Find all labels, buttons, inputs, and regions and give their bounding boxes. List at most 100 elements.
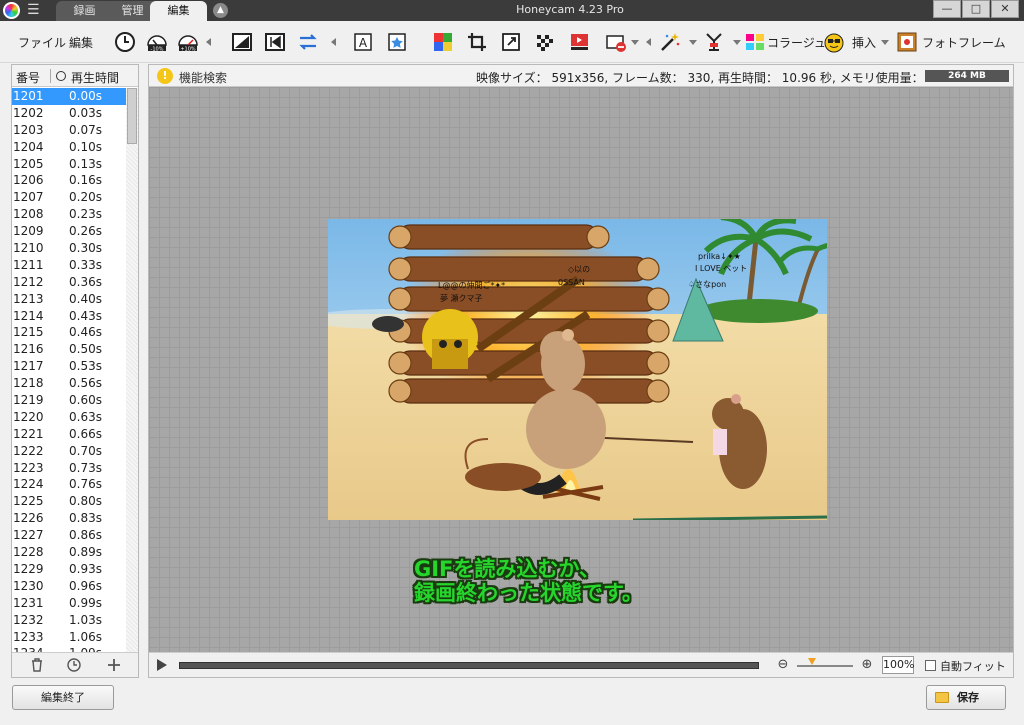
- tab-edit[interactable]: 編集: [150, 1, 207, 21]
- scrollbar-thumb[interactable]: [127, 88, 137, 144]
- magic-wand-icon[interactable]: [659, 31, 681, 53]
- collapse-up-icon[interactable]: ▲: [213, 3, 228, 18]
- frame-list[interactable]: 1201 0.00s 1202 0.03s 1203 0.07s 1204 0.10s 1205…: [12, 88, 126, 652]
- sticker-icon[interactable]: [386, 31, 408, 53]
- frame-delay-icon[interactable]: [66, 657, 82, 673]
- play-button[interactable]: [157, 659, 167, 671]
- text-icon[interactable]: A: [353, 31, 375, 53]
- more-left-3-icon[interactable]: [646, 38, 651, 46]
- wand-dropdown-icon[interactable]: [689, 40, 697, 45]
- frame-row[interactable]: 1216 0.50s: [12, 341, 126, 358]
- tools-dropdown-icon[interactable]: [733, 40, 741, 45]
- collage-icon[interactable]: [744, 31, 766, 53]
- zoom-slider-handle[interactable]: [808, 658, 816, 665]
- resize-icon[interactable]: [500, 31, 522, 53]
- reverse-icon[interactable]: [297, 31, 319, 53]
- frame-row[interactable]: 1209 0.26s: [12, 223, 126, 240]
- frame-row[interactable]: 1203 0.07s: [12, 122, 126, 139]
- frame-row[interactable]: 1201 0.00s: [12, 88, 126, 105]
- collage-label[interactable]: コラージュ: [767, 34, 826, 51]
- mosaic-icon[interactable]: [534, 31, 556, 53]
- save-button[interactable]: 保存: [926, 685, 1006, 710]
- frame-row[interactable]: 1229 0.93s: [12, 561, 126, 578]
- gif-preview-image[interactable]: L@@の仲間ご*✦* 夢 瀬クマ子 ◇以の 0SSAN prilka↓✦★ I …: [328, 219, 827, 520]
- frame-row[interactable]: 1214 0.43s: [12, 308, 126, 325]
- insert-dropdown-icon[interactable]: [881, 40, 889, 45]
- photo-frame-label[interactable]: フォトフレーム: [922, 34, 1006, 51]
- honeycam-logo-icon[interactable]: [3, 2, 20, 19]
- file-menu[interactable]: ファイル: [18, 34, 66, 51]
- maximize-button[interactable]: □: [962, 0, 990, 18]
- frame-row[interactable]: 1226 0.83s: [12, 510, 126, 527]
- color-filter-icon[interactable]: [432, 31, 454, 53]
- fade-icon[interactable]: [231, 31, 253, 53]
- frame-row[interactable]: 1231 0.99s: [12, 595, 126, 612]
- frame-time: 1.03s: [69, 612, 102, 627]
- timeline-track[interactable]: [179, 662, 759, 669]
- speed-up-icon[interactable]: +10%: [177, 31, 199, 53]
- video-effect-icon[interactable]: [569, 31, 591, 53]
- photo-frame-icon[interactable]: [896, 31, 918, 53]
- frame-row[interactable]: 1212 0.36s: [12, 274, 126, 291]
- skip-frame-icon[interactable]: [264, 31, 286, 53]
- zoom-slider[interactable]: [797, 665, 853, 667]
- frame-row[interactable]: 1213 0.40s: [12, 291, 126, 308]
- frame-row[interactable]: 1224 0.76s: [12, 476, 126, 493]
- clock-icon[interactable]: [114, 31, 136, 53]
- frame-row[interactable]: 1222 0.70s: [12, 443, 126, 460]
- insert-label[interactable]: 挿入: [852, 34, 876, 51]
- minimize-button[interactable]: —: [933, 0, 961, 18]
- crop-icon[interactable]: [466, 31, 488, 53]
- frame-row[interactable]: 1223 0.73s: [12, 460, 126, 477]
- frame-row[interactable]: 1205 0.13s: [12, 156, 126, 173]
- edit-menu[interactable]: 編集: [69, 34, 93, 51]
- frame-row[interactable]: 1208 0.23s: [12, 206, 126, 223]
- frame-row[interactable]: 1227 0.86s: [12, 527, 126, 544]
- frame-row[interactable]: 1228 0.89s: [12, 544, 126, 561]
- remove-frames-icon[interactable]: [605, 31, 627, 53]
- frame-row[interactable]: 1220 0.63s: [12, 409, 126, 426]
- tools-icon[interactable]: [703, 31, 725, 53]
- frame-row[interactable]: 1225 0.80s: [12, 493, 126, 510]
- frame-row[interactable]: 1230 0.96s: [12, 578, 126, 595]
- speed-down-icon[interactable]: -10%: [146, 31, 168, 53]
- add-frame-icon[interactable]: [106, 657, 122, 673]
- frame-row[interactable]: 1219 0.60s: [12, 392, 126, 409]
- frame-number: 1221: [13, 426, 44, 441]
- frame-row[interactable]: 1218 0.56s: [12, 375, 126, 392]
- frame-row[interactable]: 1221 0.66s: [12, 426, 126, 443]
- frame-time: 0.83s: [69, 511, 102, 526]
- feature-search-icon[interactable]: !: [157, 68, 173, 84]
- zoom-value[interactable]: 100%: [882, 656, 914, 674]
- frame-number: 1204: [13, 139, 44, 154]
- frame-row[interactable]: 1206 0.16s: [12, 172, 126, 189]
- remove-dropdown-icon[interactable]: [631, 40, 639, 45]
- more-left-2-icon[interactable]: [331, 38, 336, 46]
- auto-fit-label[interactable]: 自動フィット: [940, 658, 1006, 674]
- zoom-in-icon[interactable]: ⊕: [859, 657, 875, 673]
- frame-list-scrollbar[interactable]: [126, 88, 138, 652]
- menu-icon[interactable]: ☰: [27, 3, 41, 17]
- preview-canvas[interactable]: L@@の仲間ご*✦* 夢 瀬クマ子 ◇以の 0SSAN prilka↓✦★ I …: [149, 87, 1013, 652]
- insert-icon[interactable]: [823, 31, 845, 53]
- frame-row[interactable]: 1233 1.06s: [12, 629, 126, 646]
- column-number[interactable]: 番号: [16, 69, 40, 86]
- end-edit-button[interactable]: 編集終了: [12, 685, 114, 710]
- auto-fit-checkbox[interactable]: [925, 660, 936, 671]
- frame-row[interactable]: 1211 0.33s: [12, 257, 126, 274]
- frame-row[interactable]: 1215 0.46s: [12, 324, 126, 341]
- frame-row[interactable]: 1234 1.09s: [12, 645, 126, 652]
- feature-search-label[interactable]: 機能検索: [179, 69, 227, 86]
- frame-row[interactable]: 1204 0.10s: [12, 139, 126, 156]
- trash-icon[interactable]: [29, 657, 45, 673]
- frame-number: 1220: [13, 409, 44, 424]
- column-duration[interactable]: 再生時間: [71, 69, 119, 86]
- frame-row[interactable]: 1202 0.03s: [12, 105, 126, 122]
- zoom-out-icon[interactable]: ⊖: [775, 657, 791, 673]
- frame-row[interactable]: 1207 0.20s: [12, 189, 126, 206]
- close-button[interactable]: ✕: [991, 0, 1019, 18]
- more-left-icon[interactable]: [206, 38, 211, 46]
- frame-row[interactable]: 1232 1.03s: [12, 612, 126, 629]
- frame-row[interactable]: 1217 0.53s: [12, 358, 126, 375]
- frame-row[interactable]: 1210 0.30s: [12, 240, 126, 257]
